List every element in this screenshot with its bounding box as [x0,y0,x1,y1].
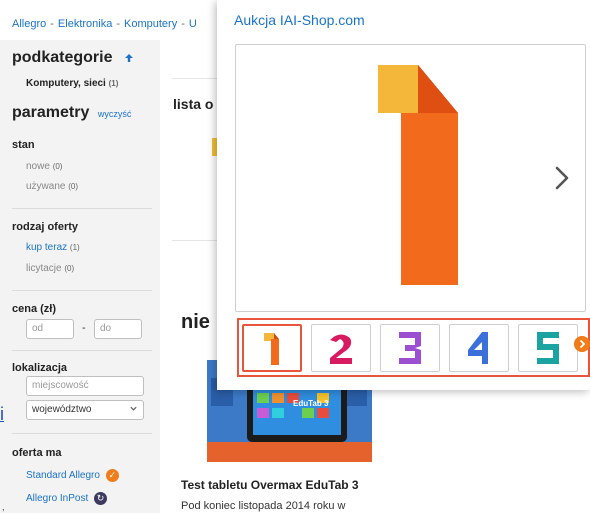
offer-type-option-label: kup teraz [26,242,68,253]
price-range-dash: - [82,322,86,334]
tablet-label: EduTab 3 [293,399,329,408]
gallery-title[interactable]: Aukcja IAI-Shop.com [234,12,365,28]
divider [12,208,152,209]
gallery-popup: Aukcja IAI-Shop.com 1 2 3 4 [217,0,590,390]
location-label: lokalizacja [12,362,68,374]
state-option-count: (0) [68,182,79,191]
breadcrumb-separator: - [181,18,185,30]
check-badge-icon: ✓ [105,469,119,482]
breadcrumb-separator: - [116,18,121,30]
offer-type-option-count: (0) [64,264,75,273]
offer-type-buy-now[interactable]: kup teraz (1) [26,242,80,253]
arrow-up-icon[interactable] [123,52,135,64]
state-option-new[interactable]: nowe (0) [26,161,62,172]
section-heading: nie [181,311,210,333]
state-label: stan [12,139,35,151]
chevron-right-icon[interactable] [552,163,574,193]
thumbnail-next-icon[interactable] [574,336,590,352]
breadcrumb-item-elektronika[interactable]: Elektronika [58,18,112,30]
subcategories-title: podkategorie [12,49,135,67]
offer-option-label: Allegro InPost [26,493,89,505]
thumbnail-1[interactable]: 1 [242,324,302,372]
divider [12,290,152,291]
thumbnail-4[interactable]: 4 [449,324,509,372]
state-option-count: (0) [52,162,63,171]
divider [172,240,222,241]
state-option-label: używane [26,181,66,192]
breadcrumb-item-allegro[interactable]: Allegro [12,18,46,30]
list-heading: lista o [173,96,214,112]
offer-type-auctions[interactable]: licytacje (0) [26,263,74,274]
offer-type-option-count: (1) [69,243,80,252]
subcategories-title-text: podkategorie [12,49,113,66]
region-select[interactable]: województwo [26,400,144,420]
thumbnail-strip: 1 2 3 4 5 [237,318,590,377]
offer-allegro-inpost[interactable]: Allegro InPost ↻ [26,492,108,505]
offer-type-option-label: licytacje [26,263,62,274]
breadcrumb-item-truncated[interactable]: U [189,18,197,30]
number-one-image [378,65,458,285]
params-title: parametry wyczyść [12,104,131,122]
breadcrumb-item-komputery[interactable]: Komputery [124,18,177,30]
chevron-down-icon [130,406,137,411]
left-edge-text: , [2,502,5,512]
inpost-badge-icon: ↻ [94,492,108,505]
city-input[interactable]: miejscowość [26,376,144,396]
divider [12,350,152,351]
filter-sidebar: podkategorie Komputery, sieci (1) parame… [0,40,160,513]
subcategory-label: Komputery, sieci [26,78,106,89]
thumbnail-2[interactable]: 2 [311,324,371,372]
price-label: cena (zł) [12,303,57,315]
offer-type-label: rodzaj oferty [12,221,79,233]
thumbnail-5[interactable]: 5 [518,324,578,372]
clear-filters-link[interactable]: wyczyść [98,109,132,119]
breadcrumb-separator: - [50,18,54,30]
params-title-text: parametry [12,104,90,121]
state-option-used[interactable]: używane (0) [26,181,78,192]
offer-option-label: Standard Allegro [26,470,100,482]
state-option-label: nowe [26,161,50,172]
offer-standard-allegro[interactable]: Standard Allegro ✓ [26,469,119,482]
offer-has-label: oferta ma [12,447,62,459]
main-preview-image[interactable] [235,44,586,312]
subcategory-count: (1) [108,79,119,88]
article-title[interactable]: Test tabletu Overmax EduTab 3 [181,478,359,492]
region-select-value: województwo [32,404,92,415]
article-text: Pod koniec listopada 2014 roku w [181,500,346,512]
left-edge-link[interactable]: i [0,404,4,425]
thumbnail-3[interactable]: 3 [380,324,440,372]
divider [12,433,152,434]
subcategory-item[interactable]: Komputery, sieci (1) [26,78,118,89]
divider [172,78,222,79]
price-from-input[interactable]: od [26,319,74,339]
price-to-input[interactable]: do [94,319,142,339]
breadcrumb: Allegro - Elektronika - Komputery - U [12,18,197,30]
